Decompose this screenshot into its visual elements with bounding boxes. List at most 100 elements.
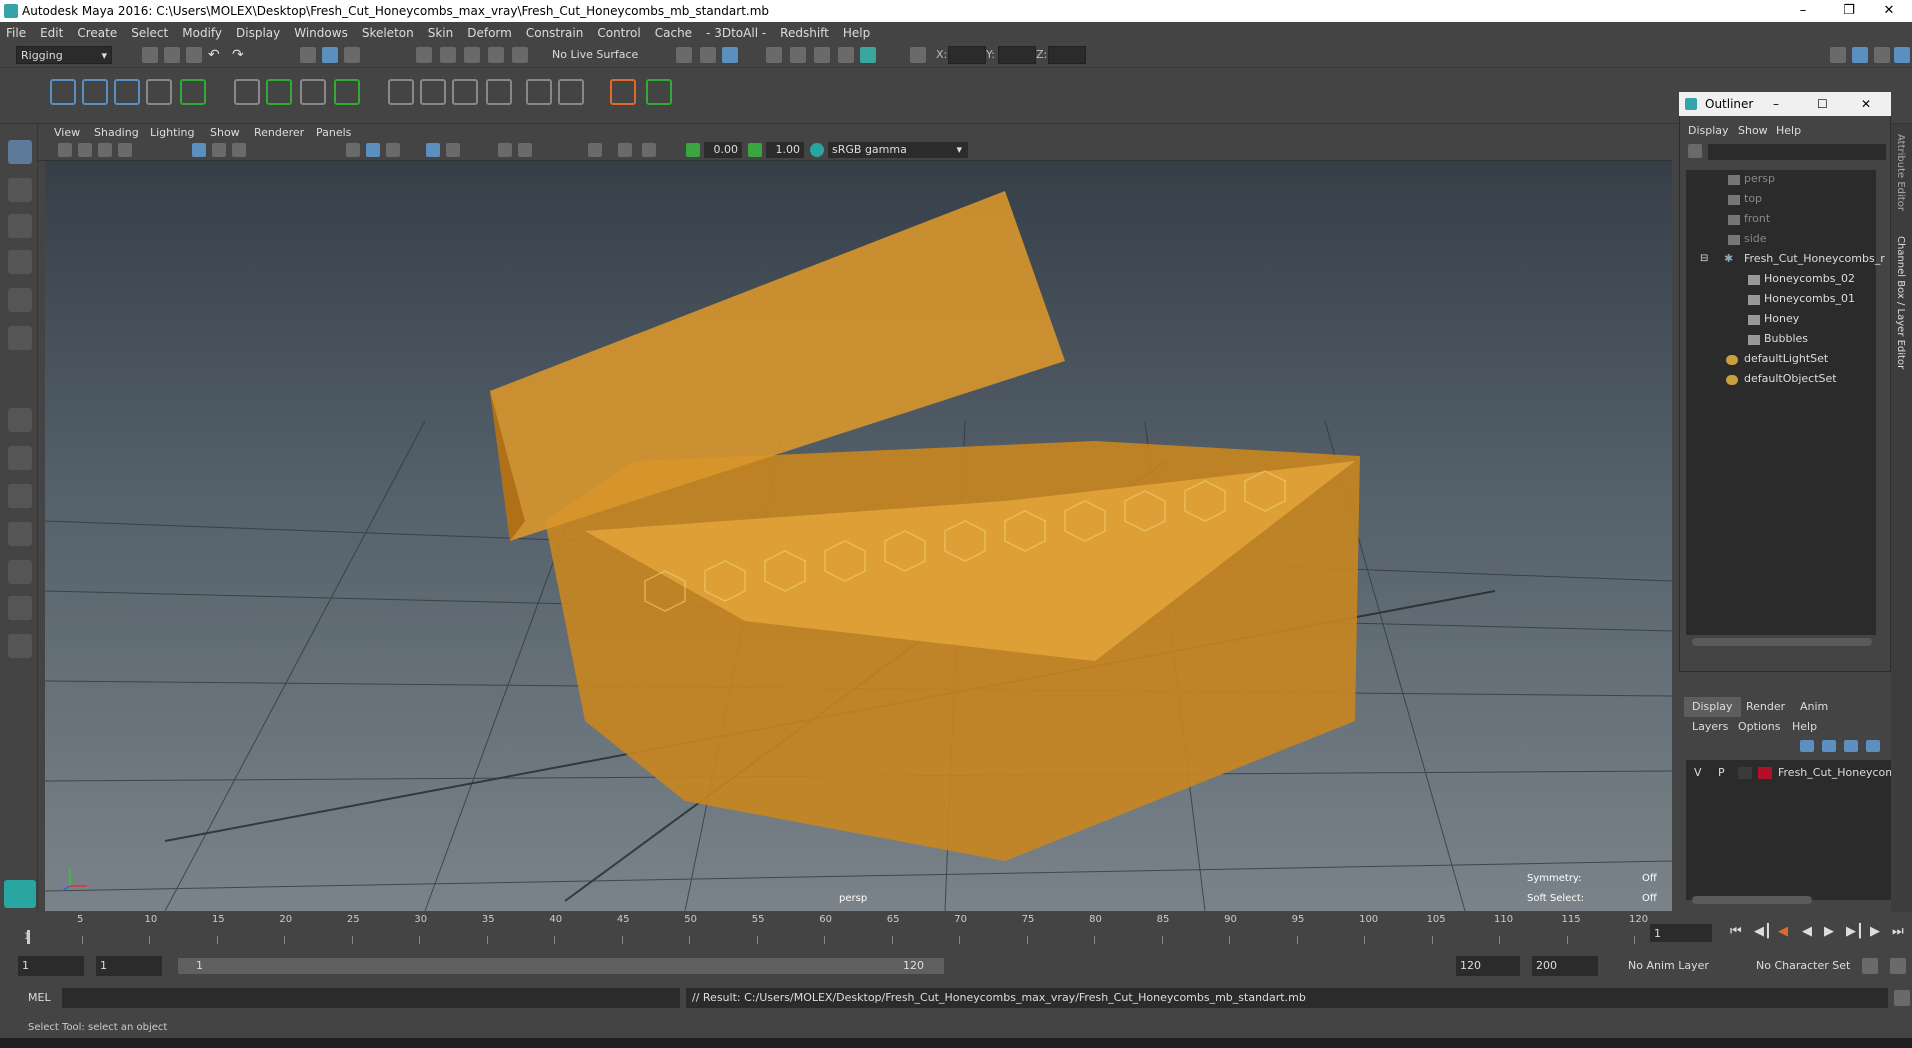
menu-select[interactable]: Select bbox=[131, 26, 168, 40]
use-all-lights-icon[interactable] bbox=[446, 143, 460, 157]
xray-icon[interactable] bbox=[618, 143, 632, 157]
menu-display[interactable]: Display bbox=[236, 26, 280, 40]
menu-modify[interactable]: Modify bbox=[182, 26, 222, 40]
point-constraint-icon[interactable] bbox=[420, 79, 446, 105]
menu-3dtoall[interactable]: - 3DtoAll - bbox=[706, 26, 766, 40]
ambient-occlusion-icon[interactable] bbox=[518, 143, 532, 157]
exposure-field[interactable]: 0.00 bbox=[704, 142, 742, 158]
command-input[interactable] bbox=[62, 988, 680, 1008]
layer-tab-anim[interactable]: Anim bbox=[1792, 697, 1836, 717]
resolution-gate-icon[interactable] bbox=[232, 143, 246, 157]
animation-start-field[interactable]: 1 bbox=[18, 956, 84, 976]
select-tool-icon[interactable] bbox=[8, 140, 32, 164]
layer-tab-render[interactable]: Render bbox=[1738, 697, 1793, 717]
rotate-tool-icon[interactable] bbox=[8, 288, 32, 312]
step-back-frame-icon[interactable]: ◀┃ bbox=[1754, 924, 1772, 939]
gamma-icon[interactable] bbox=[748, 143, 762, 157]
outliner-item-bubbles[interactable]: Bubbles bbox=[1764, 330, 1808, 348]
paint-select-icon[interactable] bbox=[8, 214, 32, 238]
render-frame-icon[interactable] bbox=[790, 47, 806, 63]
layer-color-swatch[interactable] bbox=[1758, 767, 1772, 779]
move-layer-down-icon[interactable] bbox=[1822, 740, 1836, 752]
layer-menu-help[interactable]: Help bbox=[1792, 720, 1817, 733]
minimize-icon[interactable]: – bbox=[1780, 0, 1826, 22]
image-plane-icon[interactable] bbox=[118, 143, 132, 157]
locator-icon[interactable] bbox=[610, 79, 636, 105]
outliner-item-default-light-set[interactable]: defaultLightSet bbox=[1744, 350, 1828, 368]
vp-menu-shading[interactable]: Shading bbox=[94, 124, 139, 141]
pole-vector-icon[interactable] bbox=[558, 79, 584, 105]
persp-graph-layout-icon[interactable] bbox=[8, 522, 32, 546]
go-to-end-icon[interactable]: ⏭ bbox=[1892, 924, 1904, 939]
layer-playback-toggle[interactable]: P bbox=[1718, 764, 1725, 782]
outliner-item-default-object-set[interactable]: defaultObjectSet bbox=[1744, 370, 1837, 388]
hypershade-icon[interactable] bbox=[860, 47, 876, 63]
channel-box-toggle-icon[interactable] bbox=[1894, 47, 1910, 63]
menu-file[interactable]: File bbox=[6, 26, 26, 40]
wrap-icon[interactable] bbox=[334, 79, 360, 105]
camera-attributes-icon[interactable] bbox=[78, 143, 92, 157]
outliner-item-front[interactable]: front bbox=[1744, 210, 1770, 228]
attribute-editor-tab[interactable]: Attribute Editor bbox=[1895, 134, 1906, 211]
outliner-close-icon[interactable]: ✕ bbox=[1861, 92, 1871, 116]
ik-handle-icon[interactable] bbox=[82, 79, 108, 105]
vp-menu-view[interactable]: View bbox=[54, 124, 80, 141]
vp-menu-renderer[interactable]: Renderer bbox=[254, 124, 304, 141]
outliner-item-side[interactable]: side bbox=[1744, 230, 1767, 248]
bookmark-icon[interactable] bbox=[98, 143, 112, 157]
color-space-dropdown[interactable]: sRGB gamma ▾ bbox=[828, 142, 968, 158]
menu-cache[interactable]: Cache bbox=[655, 26, 692, 40]
orient-joint-icon[interactable] bbox=[180, 79, 206, 105]
step-forward-frame-icon[interactable]: ▶ bbox=[1870, 924, 1880, 939]
aim-constraint-icon[interactable] bbox=[526, 79, 552, 105]
transform-constraint-icon[interactable] bbox=[910, 47, 926, 63]
play-forwards-icon[interactable]: ▶ bbox=[1824, 924, 1834, 939]
undo-icon[interactable]: ↶ bbox=[208, 47, 224, 63]
ipr-render-icon[interactable] bbox=[814, 47, 830, 63]
playback-start-field[interactable]: 1 bbox=[96, 956, 162, 976]
layer-display-type-box[interactable] bbox=[1738, 767, 1752, 779]
outliner-maximize-icon[interactable]: ☐ bbox=[1817, 92, 1828, 116]
snap-view-plane-icon[interactable] bbox=[488, 47, 504, 63]
textured-icon[interactable] bbox=[426, 143, 440, 157]
menu-deform[interactable]: Deform bbox=[467, 26, 512, 40]
outliner-item-group[interactable]: Fresh_Cut_Honeycombs_r bbox=[1744, 250, 1885, 268]
vp-menu-panels[interactable]: Panels bbox=[316, 124, 351, 141]
menu-constrain[interactable]: Constrain bbox=[526, 26, 584, 40]
menu-skeleton[interactable]: Skeleton bbox=[362, 26, 414, 40]
color-management-icon[interactable] bbox=[810, 143, 824, 157]
xray-joints-icon[interactable] bbox=[642, 143, 656, 157]
character-set-dropdown[interactable]: No Character Set bbox=[1756, 959, 1850, 972]
cluster-icon[interactable] bbox=[266, 79, 292, 105]
outliner-menu-display[interactable]: Display bbox=[1688, 124, 1729, 137]
honeycomb-model[interactable] bbox=[490, 191, 1360, 861]
x-field[interactable] bbox=[948, 46, 986, 64]
outliner-minimize-icon[interactable]: – bbox=[1773, 92, 1779, 116]
move-tool-icon[interactable] bbox=[8, 250, 32, 274]
make-live-icon[interactable] bbox=[512, 47, 528, 63]
close-icon[interactable]: ✕ bbox=[1866, 0, 1912, 22]
snap-point-icon[interactable] bbox=[464, 47, 480, 63]
scale-constraint-icon[interactable] bbox=[486, 79, 512, 105]
set-driven-key-icon[interactable] bbox=[646, 79, 672, 105]
gamma-field[interactable]: 1.00 bbox=[766, 142, 804, 158]
parent-constraint-icon[interactable] bbox=[388, 79, 414, 105]
select-hierarchy-icon[interactable] bbox=[300, 47, 316, 63]
lattice-icon[interactable] bbox=[300, 79, 326, 105]
layer-horizontal-scrollbar[interactable] bbox=[1692, 896, 1812, 904]
render-settings-icon[interactable] bbox=[838, 47, 854, 63]
outliner-item-honey[interactable]: Honey bbox=[1764, 310, 1799, 328]
wireframe-icon[interactable] bbox=[346, 143, 360, 157]
smooth-shade-icon[interactable] bbox=[366, 143, 380, 157]
collapse-icon[interactable]: ⊟ bbox=[1700, 250, 1708, 268]
select-component-icon[interactable] bbox=[344, 47, 360, 63]
hypershade-layout-icon[interactable] bbox=[8, 596, 32, 620]
attribute-editor-toggle-icon[interactable] bbox=[1874, 47, 1890, 63]
new-scene-icon[interactable] bbox=[142, 47, 158, 63]
menu-redshift[interactable]: Redshift bbox=[780, 26, 829, 40]
menu-control[interactable]: Control bbox=[597, 26, 640, 40]
auto-key-icon[interactable] bbox=[1862, 958, 1878, 974]
layer-name[interactable]: Fresh_Cut_Honeycomb bbox=[1778, 764, 1903, 782]
anim-layer-dropdown[interactable]: No Anim Layer bbox=[1628, 959, 1709, 972]
use-default-material-icon[interactable] bbox=[386, 143, 400, 157]
